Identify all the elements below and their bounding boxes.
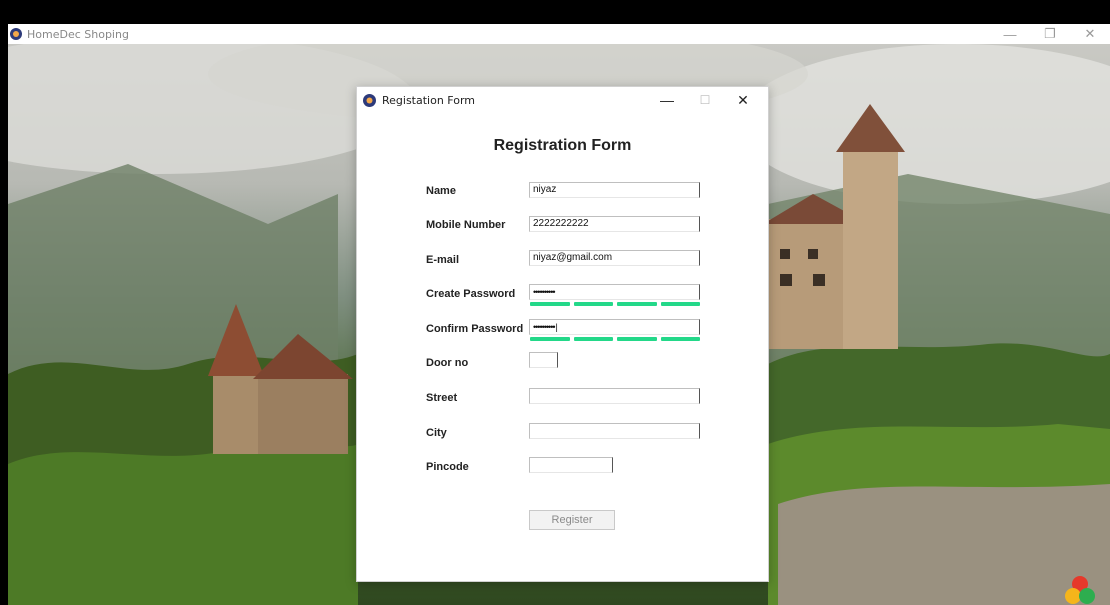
main-window-controls: — ❐ ✕ — [990, 24, 1110, 44]
confirm-password-strength-meter — [530, 337, 700, 341]
restore-button[interactable]: ❐ — [1030, 24, 1070, 44]
street-field[interactable] — [529, 388, 700, 404]
strength-segment — [617, 302, 657, 306]
dialog-close-button[interactable]: ✕ — [724, 89, 762, 111]
create-password-strength-meter — [530, 302, 700, 306]
dialog-title: Registation Form — [382, 93, 476, 107]
close-button[interactable]: ✕ — [1070, 24, 1110, 44]
door-no-label: Door no — [426, 357, 469, 369]
strength-segment — [660, 337, 700, 341]
street-label: Street — [426, 392, 458, 404]
pincode-field[interactable] — [529, 457, 613, 473]
form-heading: Registration Form — [493, 137, 632, 154]
strength-segment — [617, 337, 657, 341]
city-field[interactable] — [529, 423, 700, 439]
pincode-label: Pincode — [426, 461, 469, 473]
confirm-password-field[interactable]: •••••••••• — [529, 319, 700, 335]
top-black-bar — [0, 0, 1110, 24]
door-no-field[interactable] — [529, 352, 558, 368]
create-password-label: Create Password — [426, 288, 516, 300]
strength-segment — [530, 302, 570, 306]
app-logo-icon — [10, 28, 22, 40]
registration-dialog: Registation Form — ☐ ✕ Registration Form… — [356, 86, 769, 582]
email-field[interactable]: niyaz@gmail.com — [529, 250, 700, 266]
name-field[interactable]: niyaz — [529, 182, 700, 198]
mobile-label: Mobile Number — [426, 219, 506, 231]
dialog-window-controls: — ☐ ✕ — [648, 89, 762, 111]
create-password-field[interactable]: •••••••••• — [529, 284, 700, 300]
color-logo-icon — [1065, 576, 1095, 604]
email-label: E-mail — [426, 254, 460, 266]
main-titlebar[interactable]: HomeDec Shoping — ❐ ✕ — [8, 24, 1110, 44]
mobile-field[interactable]: 2222222222 — [529, 216, 700, 232]
strength-segment — [573, 337, 613, 341]
minimize-button[interactable]: — — [990, 24, 1030, 44]
dialog-minimize-button[interactable]: — — [648, 89, 686, 111]
city-label: City — [426, 427, 447, 439]
confirm-password-label: Confirm Password — [426, 323, 524, 335]
app-logo-icon — [363, 93, 376, 107]
register-button[interactable]: Register — [529, 510, 615, 530]
strength-segment — [573, 302, 613, 306]
name-label: Name — [426, 185, 456, 197]
strength-segment — [530, 337, 570, 341]
main-window-title: HomeDec Shoping — [27, 27, 129, 41]
dialog-maximize-button[interactable]: ☐ — [686, 89, 724, 111]
dialog-titlebar[interactable]: Registation Form — ☐ ✕ — [357, 87, 768, 113]
strength-segment — [660, 302, 700, 306]
